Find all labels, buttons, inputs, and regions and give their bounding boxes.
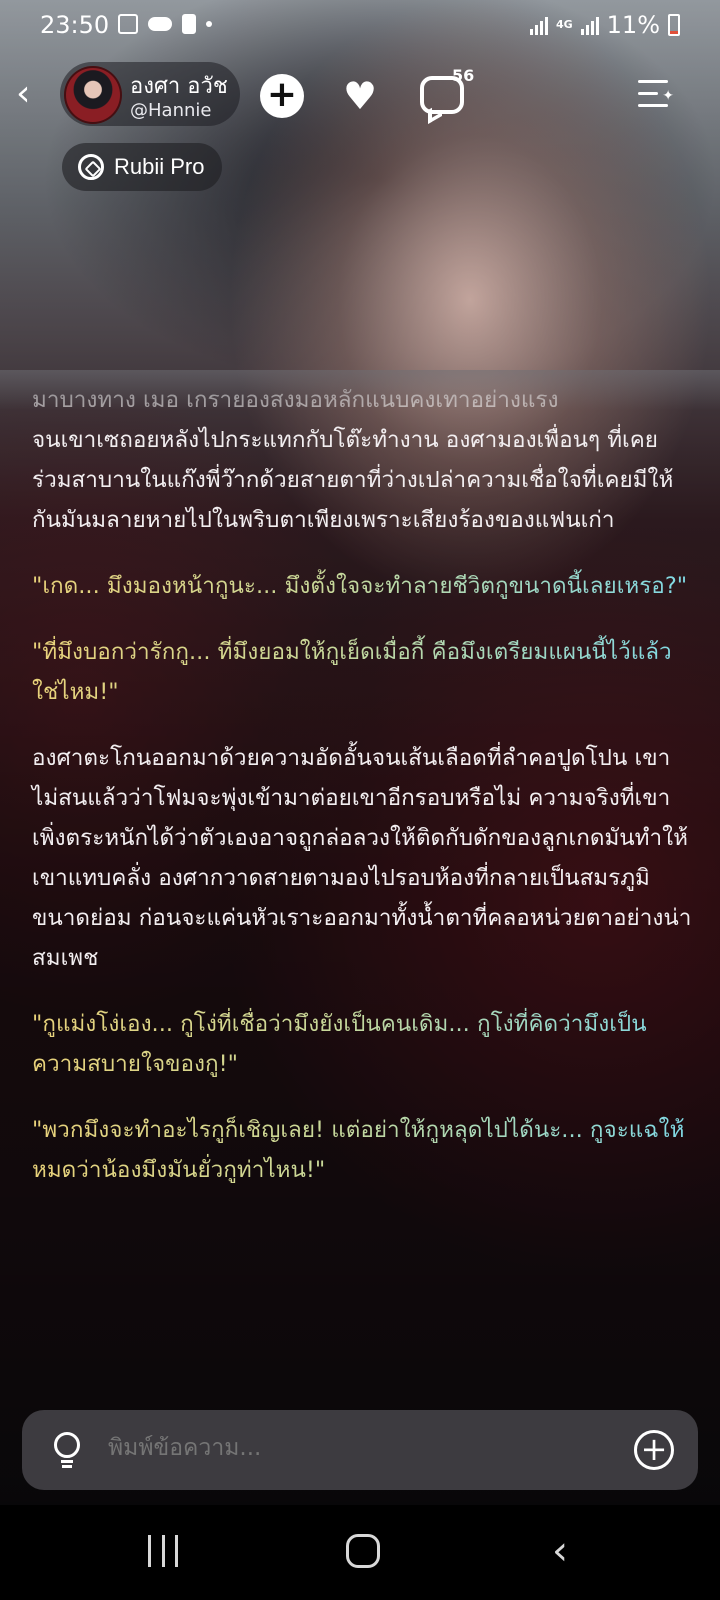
battery-icon — [668, 14, 680, 36]
nav-recent-icon[interactable] — [148, 1535, 178, 1567]
chat-header: ‹ องศา อวัช @Hannie + ♥ 56 ✦ — [0, 60, 720, 130]
narration-paragraph: จนเขาเซถอยหลังไปกระแทกกับโต๊ะทำงาน องศาม… — [32, 427, 674, 533]
badge-label: Rubii Pro — [114, 154, 205, 179]
message-input[interactable] — [108, 1435, 588, 1461]
dot-icon — [206, 21, 212, 27]
lightbulb-icon[interactable] — [52, 1432, 82, 1468]
story-message: มาบางทาง เมอ เกรายองสงมอหลักแนบคงเทาอย่า… — [32, 380, 692, 1190]
image-icon — [118, 14, 138, 34]
avatar[interactable] — [64, 66, 122, 124]
nav-home-icon[interactable] — [346, 1534, 380, 1568]
character-name[interactable]: องศา อวัช — [130, 68, 228, 103]
notification-icons — [118, 14, 212, 34]
status-time: 23:50 — [40, 11, 110, 39]
dialogue-quote: "พวกมึงจะทำอะไรกูก็เชิญเลย! แต่อย่าให้กู… — [32, 1110, 692, 1190]
rubii-pro-icon — [78, 154, 104, 180]
heart-icon[interactable]: ♥ — [338, 74, 382, 118]
system-icons: 4G 11% — [529, 11, 680, 39]
dialogue-quote: "ที่มึงบอกว่ารักกู... ที่มึงยอมให้กูเย็ด… — [32, 632, 692, 712]
plus-icon[interactable]: + — [260, 74, 304, 118]
comment-count: 56 — [452, 66, 475, 85]
network-type: 4G — [555, 18, 573, 31]
dialogue-quote: "เกด... มึงมองหน้ากูนะ... มึงตั้งใจจะทำล… — [32, 566, 692, 606]
system-nav-bar: ‹ — [0, 1505, 720, 1600]
rubii-pro-badge[interactable]: Rubii Pro — [62, 143, 222, 191]
signal-icon-2 — [580, 15, 599, 35]
alert-icon — [182, 14, 196, 34]
signal-icon — [529, 15, 548, 35]
battery-percent: 11% — [606, 11, 660, 39]
nav-back-icon[interactable]: ‹ — [552, 1531, 568, 1571]
add-attachment-icon[interactable]: + — [634, 1430, 674, 1470]
cloud-icon — [148, 17, 172, 31]
status-bar: 23:50 4G 11% — [0, 0, 720, 52]
menu-sparkle-icon[interactable]: ✦ — [638, 80, 674, 112]
message-composer: + — [22, 1410, 698, 1490]
scroll-fade — [0, 370, 720, 410]
back-icon[interactable]: ‹ — [16, 74, 48, 114]
character-handle[interactable]: @Hannie — [130, 100, 211, 121]
narration-paragraph: องศาตะโกนออกมาด้วยความอัดอั้นจนเส้นเลือด… — [32, 745, 692, 971]
dialogue-quote: "กูแม่งโง่เอง... กูโง่ที่เชื่อว่ามึงยังเ… — [32, 1004, 692, 1084]
